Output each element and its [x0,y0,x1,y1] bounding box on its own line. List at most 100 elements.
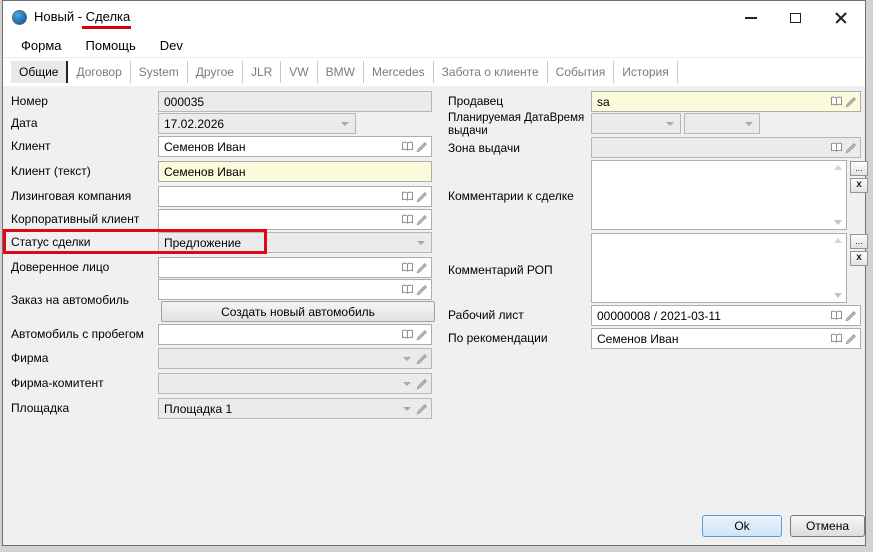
book-icon[interactable] [401,284,414,295]
recommendation-input[interactable] [595,332,828,346]
clear-button[interactable]: x [850,251,868,266]
tab-obschie[interactable]: Общие [11,61,68,83]
pencil-icon[interactable] [845,333,857,345]
planned-date-input [595,117,663,131]
scroll-down-icon [834,293,842,298]
worksheet-field[interactable] [591,305,861,326]
site-field [158,398,432,419]
firm-committent-field [158,373,432,394]
book-icon[interactable] [830,96,843,107]
book-icon[interactable] [401,141,414,152]
firm-committent-input [162,377,400,391]
close-button[interactable] [818,1,863,34]
minimize-button[interactable] [728,1,773,34]
cancel-button[interactable]: Отмена [790,515,865,537]
field-label: Рабочий лист [448,308,524,322]
trustee-input[interactable] [162,261,399,275]
tab-sobytiya[interactable]: События [548,61,615,83]
window-controls [728,1,863,34]
tab-vw[interactable]: VW [281,61,317,83]
field-label: Клиент [11,139,51,153]
book-icon[interactable] [401,191,414,202]
ellipsis-button[interactable]: ... [850,161,868,176]
deal-comments-textarea[interactable] [591,160,847,230]
planned-time-field [684,113,760,134]
field-label: Планируемая ДатаВремя выдачи [448,112,586,137]
book-icon[interactable] [830,333,843,344]
tab-system[interactable]: System [131,61,188,83]
field-label: Корпоративный клиент [11,212,139,226]
pencil-icon[interactable] [416,403,428,415]
menu-item-dev[interactable]: Dev [160,38,183,53]
car-order-field[interactable] [158,279,432,300]
field-label: Заказ на автомобиль [11,293,129,307]
corporate-client-field[interactable] [158,209,432,230]
title-red-underline-annotation [82,26,131,29]
date-input[interactable] [162,117,338,131]
ok-button[interactable]: Ok [702,515,782,537]
dropdown-arrow-icon[interactable] [341,122,349,126]
pencil-icon[interactable] [845,142,857,154]
used-car-input[interactable] [162,328,399,342]
pencil-icon[interactable] [845,96,857,108]
client-field[interactable] [158,136,432,157]
pencil-icon[interactable] [416,378,428,390]
pencil-icon[interactable] [416,353,428,365]
tab-jlr[interactable]: JLR [243,61,281,83]
pencil-icon[interactable] [416,284,428,296]
tab-mercedes[interactable]: Mercedes [364,61,434,83]
firm-input [162,352,400,366]
book-icon[interactable] [401,214,414,225]
tab-zabota[interactable]: Забота о клиенте [434,61,548,83]
planned-time-input [688,117,742,131]
tab-istoriya[interactable]: История [614,61,678,83]
corporate-client-input[interactable] [162,213,399,227]
tab-drugoe[interactable]: Другое [188,61,243,83]
tab-dogovor[interactable]: Договор [68,61,130,83]
maximize-button[interactable] [773,1,818,34]
client-input[interactable] [162,140,399,154]
recommendation-field[interactable] [591,328,861,349]
rop-comment-textarea[interactable] [591,233,847,303]
scroll-up-icon [834,165,842,170]
pencil-icon[interactable] [416,191,428,203]
dropdown-arrow-icon [403,407,411,411]
field-label: Площадка [11,401,69,415]
dropdown-arrow-icon [403,382,411,386]
seller-field[interactable] [591,91,861,112]
seller-input[interactable] [595,95,828,109]
pencil-icon[interactable] [845,310,857,322]
menu-item-forma[interactable]: Форма [21,38,62,53]
field-label: Продавец [448,94,503,108]
tab-strip: Общие Договор System Другое JLR VW BMW M… [3,58,865,86]
worksheet-input[interactable] [595,309,828,323]
menu-item-pomosch[interactable]: Помощь [86,38,136,53]
trustee-field[interactable] [158,257,432,278]
create-new-car-button[interactable]: Создать новый автомобиль [161,301,435,322]
book-icon[interactable] [401,329,414,340]
field-label: По рекомендации [448,331,548,345]
client-text-input[interactable] [162,165,428,179]
leasing-company-field[interactable] [158,186,432,207]
title-bar: Новый - Сделка [3,1,865,34]
pencil-icon[interactable] [416,141,428,153]
book-icon[interactable] [401,262,414,273]
leasing-company-input[interactable] [162,190,399,204]
used-car-field[interactable] [158,324,432,345]
pencil-icon[interactable] [416,262,428,274]
field-label: Статус сделки [11,235,91,249]
book-icon[interactable] [830,142,843,153]
menu-bar: Форма Помощь Dev [3,34,865,58]
ellipsis-button[interactable]: ... [850,234,868,249]
field-label: Комментарии к сделке [448,189,574,203]
date-field[interactable] [158,113,356,134]
firm-field [158,348,432,369]
book-icon[interactable] [830,310,843,321]
field-label: Зона выдачи [448,141,520,155]
pencil-icon[interactable] [416,329,428,341]
car-order-input[interactable] [162,283,399,297]
clear-button[interactable]: x [850,178,868,193]
tab-bmw[interactable]: BMW [318,61,364,83]
client-text-field[interactable] [158,161,432,182]
pencil-icon[interactable] [416,214,428,226]
